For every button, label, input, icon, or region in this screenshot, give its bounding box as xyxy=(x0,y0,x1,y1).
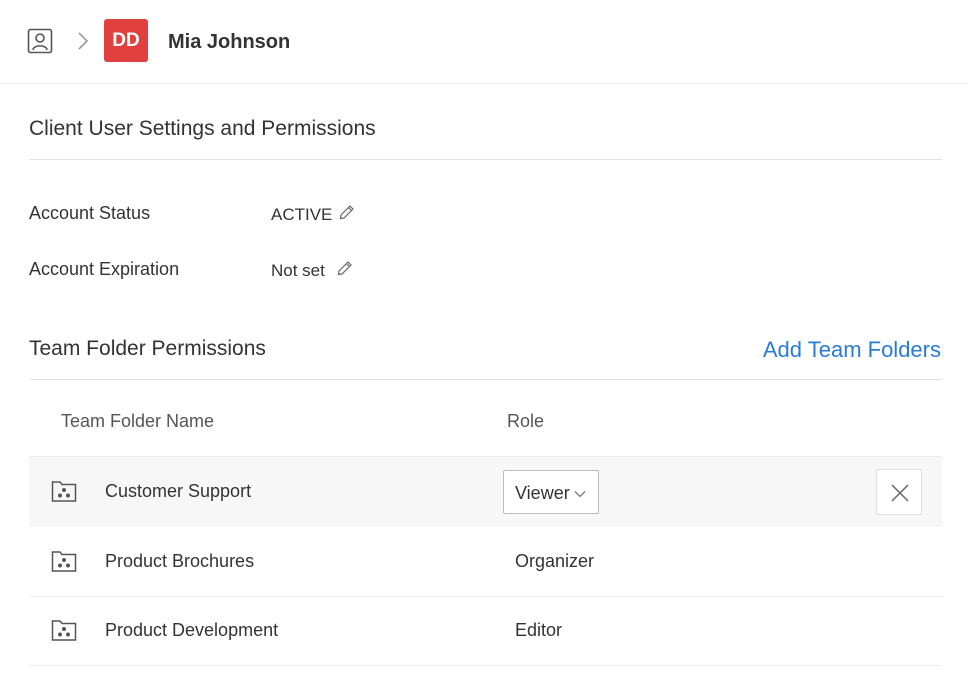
table-row[interactable]: Product Development Editor xyxy=(29,596,942,666)
folder-name: Product Development xyxy=(105,620,279,640)
table-row[interactable]: Customer Support Viewer xyxy=(29,456,942,526)
folder-name: Product Brochures xyxy=(105,551,255,571)
divider xyxy=(29,159,942,160)
account-status-label: Account Status xyxy=(29,203,151,223)
pencil-icon[interactable] xyxy=(337,260,353,276)
avatar: DD xyxy=(104,19,148,62)
folder-name: Customer Support xyxy=(105,481,252,501)
role-dropdown-label: Viewer xyxy=(515,483,570,503)
folder-role: Editor xyxy=(515,620,563,640)
folder-role: Organizer xyxy=(515,551,595,571)
column-header-role: Role xyxy=(507,411,545,431)
settings-title: Client User Settings and Permissions xyxy=(29,117,376,140)
column-header-name: Team Folder Name xyxy=(61,411,215,431)
team-folder-icon xyxy=(51,551,77,572)
remove-folder-button[interactable] xyxy=(876,469,922,515)
chevron-right-icon xyxy=(78,32,89,50)
account-expiration-value: Not set xyxy=(271,261,325,280)
table-row[interactable]: Product Brochures Organizer xyxy=(29,527,942,597)
account-status-value: ACTIVE xyxy=(271,205,333,224)
pencil-icon[interactable] xyxy=(339,204,355,220)
account-expiration-label: Account Expiration xyxy=(29,259,180,279)
team-folders-title: Team Folder Permissions xyxy=(29,337,266,360)
role-dropdown[interactable]: Viewer xyxy=(503,470,599,514)
page-header: DD Mia Johnson xyxy=(0,0,968,84)
user-name: Mia Johnson xyxy=(168,31,291,53)
chevron-down-icon xyxy=(574,491,586,498)
add-team-folders-link[interactable]: Add Team Folders xyxy=(763,337,941,363)
team-folder-icon xyxy=(51,620,77,641)
team-folder-icon xyxy=(51,481,77,502)
close-icon xyxy=(891,484,909,502)
user-profile-icon[interactable] xyxy=(27,28,53,54)
divider xyxy=(29,379,942,380)
